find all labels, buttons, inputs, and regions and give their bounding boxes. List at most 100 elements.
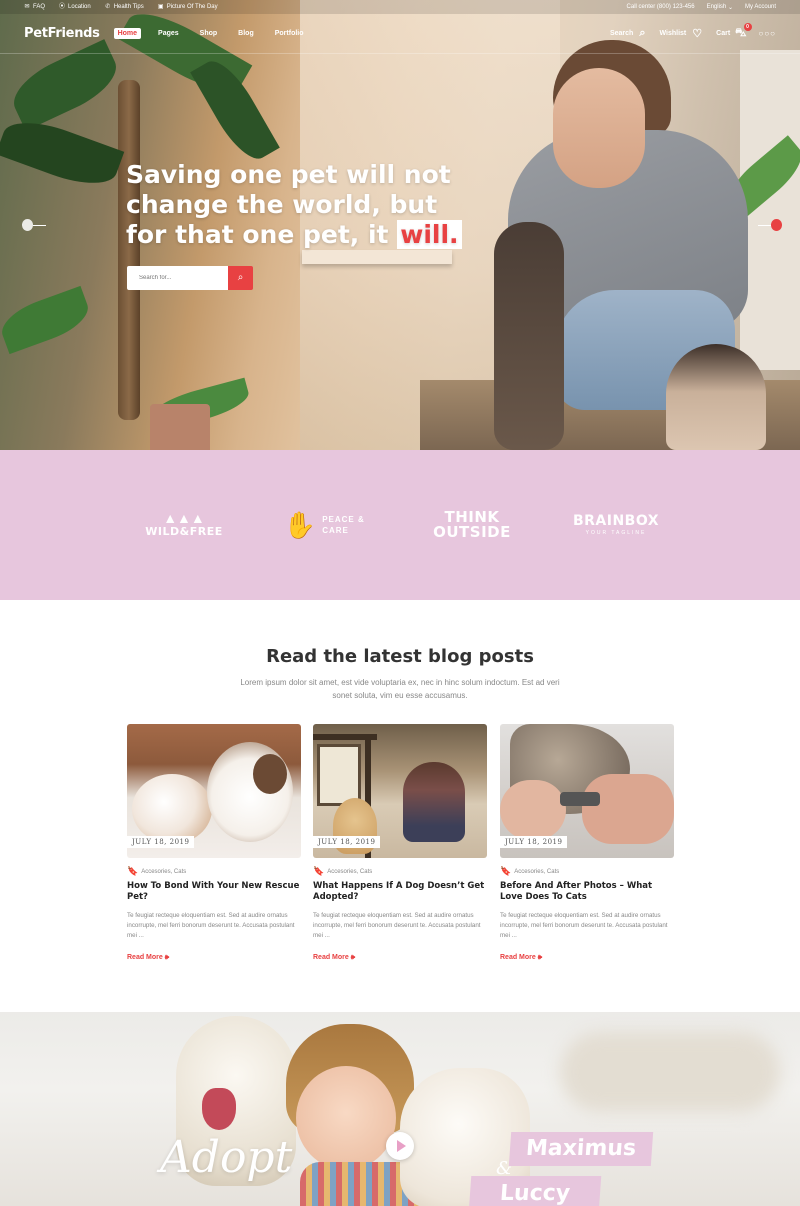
my-account-link[interactable]: My Account (745, 4, 776, 11)
adopt-section: Adopt Maximus & Luccy (0, 1012, 800, 1206)
search-toggle[interactable]: Search ⌕ (610, 27, 646, 40)
cat-standing (494, 222, 564, 450)
health-tips-link[interactable]: ✆ Health Tips (105, 4, 144, 10)
blog-card-title[interactable]: Before And After Photos – What Love Does… (500, 881, 674, 903)
brand-think-outside: THINK OUTSIDE (407, 500, 537, 550)
window (317, 744, 361, 806)
plant-leaf (0, 110, 125, 196)
nav-pages[interactable]: Pages (154, 28, 183, 39)
read-more-link[interactable]: Read More 🕪 (127, 954, 301, 962)
brand-wild-free-label: WILD&FREE (145, 525, 223, 538)
blog-card-category[interactable]: Accesories, Cats (327, 869, 372, 875)
phone-icon: ✆ (105, 4, 111, 10)
brand-brainbox-label: BRAINBOX (572, 513, 660, 529)
read-more-link[interactable]: Read More 🕪 (313, 954, 487, 962)
hero-headline: Saving one pet will not change the world… (126, 160, 486, 250)
call-center-text: Call center (800) 123-456 (627, 4, 695, 11)
arrow-right-icon (770, 219, 782, 231)
nav-home[interactable]: Home (113, 28, 142, 39)
my-account-label: My Account (744, 4, 776, 10)
nav-blog[interactable]: Blog (234, 28, 258, 39)
ellipsis-icon[interactable]: ○○○ (759, 29, 777, 38)
nav-portfolio[interactable]: Portfolio (271, 28, 308, 39)
puppy-1 (132, 774, 212, 844)
site-logo[interactable]: PetFriends (24, 26, 100, 41)
cart-label: Cart (716, 30, 731, 37)
blog-card: JULY 18, 2019 🔖 Accesories, Cats What Hap… (313, 724, 487, 962)
read-more-link[interactable]: Read More 🕪 (500, 954, 674, 962)
camera-icon: ▣ (157, 4, 164, 10)
wishlist-link[interactable]: Wishlist ♡ (659, 27, 702, 40)
read-more-icon: 🕪 (537, 954, 543, 961)
hero-section: ✉ FAQ ⦿ Location ✆ Health Tips ▣ Picture Of … (0, 0, 800, 450)
call-center-label: Call center (800) 123-456 (626, 4, 695, 10)
location-pin-icon: ⦿ (59, 4, 66, 10)
search-label: Search (609, 30, 634, 37)
search-icon: ⌕ (639, 27, 646, 39)
cart-link[interactable]: Cart ⛍ 0 (716, 22, 752, 41)
read-more-label: Read More (500, 954, 536, 961)
blog-section-subtitle: Lorem ipsum dolor sit amet, est vide vol… (240, 678, 560, 700)
cat-siamese (666, 344, 766, 450)
adopt-script: Adopt (160, 1132, 293, 1183)
nav-right-tools: Search ⌕ Wishlist ♡ Cart ⛍ 0 ○○○ (596, 22, 777, 41)
pet-name-2: Luccy (468, 1176, 602, 1206)
blog-card-meta: 🔖 Accesories, Cats (313, 866, 487, 877)
slider-next-arrow[interactable] (758, 218, 782, 232)
plant-stem (118, 80, 140, 420)
woman (403, 762, 465, 842)
puppy-mouth (202, 1088, 236, 1130)
blog-section-title: Read the latest blog posts (266, 646, 534, 667)
read-more-label: Read More (313, 954, 349, 961)
girl-face (296, 1066, 396, 1170)
brand-peace-care-label: PEACE & CARE (322, 515, 365, 535)
language-dropdown[interactable]: English ⌄ (707, 4, 733, 11)
blog-card-meta: 🔖 Accesories, Cats (127, 866, 301, 877)
brand-brainbox: BRAINBOX YOUR TAGLINE (551, 500, 681, 550)
blog-card-excerpt: Te feugiat recteque eloquentiam est. Sed… (127, 912, 295, 939)
blog-card-category[interactable]: Accesories, Cats (514, 869, 559, 875)
brand-brainbox-tagline: YOUR TAGLINE (585, 530, 647, 536)
blog-card-image-dog-woman[interactable]: JULY 18, 2019 (313, 724, 487, 858)
cart-count-badge: 0 (743, 22, 752, 31)
blog-card-date: JULY 18, 2019 (313, 836, 381, 848)
cart-icon: ⛍ 0 (735, 22, 752, 41)
background-blur (560, 1032, 780, 1112)
brand-peace-care: ✋ PEACE & CARE (263, 500, 393, 550)
wishlist-label: Wishlist (659, 30, 687, 37)
picture-of-day-label: Picture Of The Day (166, 4, 218, 10)
puppy-ear-patch (253, 754, 287, 794)
slider-prev-arrow[interactable] (22, 218, 46, 232)
blog-card-image-cat-claws[interactable]: JULY 18, 2019 (500, 724, 674, 858)
blog-card: JULY 18, 2019 🔖 Accesories, Cats How To B… (127, 724, 301, 962)
blog-card-title[interactable]: What Happens If A Dog Doesn’t Get Adopte… (313, 881, 487, 903)
brands-band: ▲▲▲ WILD&FREE ✋ PEACE & CARE THINK OUTSI… (0, 450, 800, 600)
plant-leaf (0, 285, 95, 355)
chat-icon: ✉ (24, 4, 30, 10)
hero-search-input[interactable] (127, 266, 228, 290)
blog-card-title[interactable]: How To Bond With Your New Rescue Pet? (127, 881, 301, 903)
blog-card: JULY 18, 2019 🔖 Accesories, Cats Before A… (500, 724, 674, 962)
bookmark-icon: 🔖 (313, 866, 325, 876)
chevron-down-icon: ⌄ (726, 4, 733, 11)
blog-card-category[interactable]: Accesories, Cats (141, 869, 186, 875)
arrow-line (33, 224, 46, 226)
language-label: English (706, 4, 727, 10)
read-more-icon: 🕪 (164, 954, 170, 961)
faq-link[interactable]: ✉ FAQ (24, 4, 45, 10)
location-link[interactable]: ⦿ Location (59, 4, 91, 10)
bookmark-icon: 🔖 (500, 866, 512, 876)
play-video-button[interactable] (386, 1132, 414, 1160)
blog-card-image-puppies[interactable]: JULY 18, 2019 (127, 724, 301, 858)
blog-card-excerpt: Te feugiat recteque eloquentiam est. Sed… (313, 912, 481, 939)
top-bar: ✉ FAQ ⦿ Location ✆ Health Tips ▣ Picture Of … (0, 0, 800, 14)
picture-of-day-link[interactable]: ▣ Picture Of The Day (158, 4, 218, 10)
brand-wild-free: ▲▲▲ WILD&FREE (119, 500, 249, 550)
hero-headline-highlight: will. (397, 220, 462, 249)
bookmark-icon: 🔖 (127, 866, 139, 876)
nav-shop[interactable]: Shop (196, 28, 222, 39)
plant-pot (150, 404, 210, 450)
hero-search-button[interactable]: ⌕ (228, 266, 253, 290)
hand (582, 774, 674, 844)
main-navbar: PetFriends Home Pages Shop Blog Portfoli… (0, 14, 800, 54)
